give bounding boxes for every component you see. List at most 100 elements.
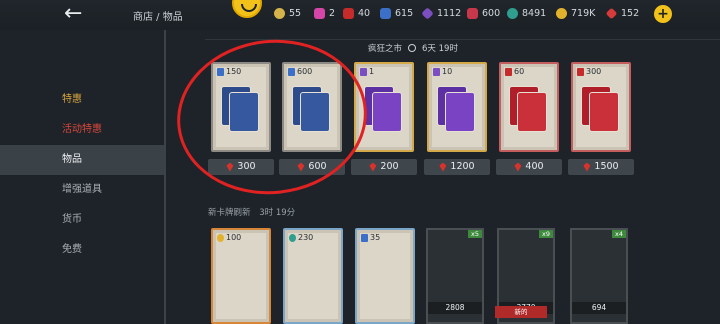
- sidebar-item-free[interactable]: 免费: [0, 235, 165, 265]
- sidebar-item-event-specials[interactable]: 活动特惠: [0, 115, 165, 145]
- card-qty: 300: [577, 67, 601, 76]
- ruby-icon: [583, 162, 591, 172]
- currency-value: 40: [358, 8, 371, 19]
- market-card[interactable]: 60: [499, 62, 559, 152]
- item-price: 2808: [428, 302, 482, 314]
- item-qty: 100: [217, 233, 241, 242]
- token-icon: [289, 233, 296, 242]
- currency-token[interactable]: 8491: [507, 8, 546, 19]
- qty-value: 230: [298, 233, 314, 242]
- currency-card[interactable]: 615: [380, 8, 413, 19]
- card-icon: [288, 67, 295, 76]
- market-title-text: 疯狂之市: [368, 44, 403, 54]
- price-button[interactable]: 200: [351, 159, 417, 175]
- ruby-icon: [369, 162, 377, 172]
- sidebar: 特惠 活动特惠 物品 增强道具 货币 免费: [0, 30, 170, 324]
- crystal-icon: [360, 67, 367, 76]
- ticket-icon: [314, 8, 325, 19]
- currency-ticket[interactable]: 2: [314, 8, 335, 19]
- qty-value: 150: [226, 67, 242, 76]
- back-arrow-icon[interactable]: ←: [64, 3, 92, 25]
- card-deck-icon: [589, 92, 619, 132]
- card-qty: 60: [505, 67, 524, 76]
- clock-icon: [408, 44, 417, 52]
- market-timer: 6天 19时: [422, 44, 458, 54]
- market-title: 疯狂之市 6天 19时: [368, 42, 458, 54]
- crystal-icon: [433, 67, 440, 76]
- currency-ruby[interactable]: 600: [467, 8, 500, 19]
- count-badge: x4: [612, 230, 626, 238]
- row2-timer: 3时 19分: [259, 208, 296, 218]
- item-price: 694: [572, 302, 626, 314]
- card-icon: [380, 8, 391, 19]
- card-icon: [217, 67, 224, 76]
- token-icon: [507, 8, 518, 19]
- card-qty: 1: [360, 67, 374, 76]
- card-qty: 10: [433, 67, 452, 76]
- shop-item[interactable]: 35: [355, 228, 415, 324]
- qty-value: 10: [442, 67, 453, 76]
- currency-value: 55: [289, 8, 302, 19]
- item-art: [216, 233, 266, 319]
- shard-icon: [577, 67, 584, 76]
- qty-value: 600: [297, 67, 313, 76]
- qty-value: 60: [514, 67, 525, 76]
- price-value: 1200: [450, 161, 475, 172]
- sidebar-item-currency[interactable]: 货币: [0, 205, 165, 235]
- currency-value: 1112: [437, 8, 462, 19]
- shop-item[interactable]: 100: [211, 228, 271, 324]
- add-currency-button[interactable]: +: [654, 5, 672, 23]
- currency-crystal[interactable]: 1112: [421, 7, 462, 20]
- item-qty: 230: [289, 233, 313, 242]
- gold-icon: [556, 8, 567, 19]
- key-icon: [361, 233, 368, 242]
- new-tag: 新的: [495, 306, 547, 318]
- count-badge: x9: [539, 230, 553, 238]
- item-art: [288, 233, 338, 319]
- sidebar-item-items[interactable]: 物品: [0, 145, 165, 175]
- ruby-icon: [467, 8, 478, 19]
- currency-gold[interactable]: 719K: [556, 8, 595, 19]
- sidebar-item-boosters[interactable]: 增强道具: [0, 175, 165, 205]
- qty-value: 100: [226, 233, 242, 242]
- price-button[interactable]: 1200: [424, 159, 490, 175]
- crystal-icon: [421, 7, 434, 20]
- qty-value: 300: [586, 67, 602, 76]
- shard-icon: [343, 8, 354, 19]
- currency-gem[interactable]: 152: [605, 7, 640, 20]
- sidebar-item-specials[interactable]: 特惠: [0, 85, 165, 115]
- price-button[interactable]: 400: [496, 159, 562, 175]
- currency-value: 600: [482, 8, 501, 19]
- equipment-item[interactable]: x5 2808: [426, 228, 484, 324]
- row2-header-text: 新卡牌刷新: [208, 208, 251, 218]
- market-card[interactable]: 300: [571, 62, 631, 152]
- ruby-icon: [514, 162, 522, 172]
- market-card[interactable]: 10: [427, 62, 487, 152]
- currency-value: 152: [621, 8, 640, 19]
- coin-icon: [274, 8, 285, 19]
- price-button[interactable]: 1500: [568, 159, 634, 175]
- item-art: [360, 233, 410, 319]
- card-deck-icon: [445, 92, 475, 132]
- sidebar-divider: [164, 30, 166, 324]
- currency-coin[interactable]: 55: [274, 8, 301, 19]
- item-qty: 35: [361, 233, 380, 242]
- price-value: 1500: [594, 161, 619, 172]
- currency-value: 2: [329, 8, 336, 19]
- price-value: 200: [380, 161, 399, 172]
- card-deck-icon: [372, 92, 402, 132]
- gem-icon: [605, 7, 618, 20]
- currency-shard[interactable]: 40: [343, 8, 370, 19]
- price-value: 400: [525, 161, 544, 172]
- card-qty: 150: [217, 67, 241, 76]
- ruby-icon: [439, 162, 447, 172]
- qty-value: 1: [369, 67, 375, 76]
- gold-icon: [217, 233, 224, 242]
- currency-value: 615: [395, 8, 414, 19]
- annotation-circle: [169, 30, 375, 204]
- currency-value: 719K: [571, 8, 596, 19]
- shop-item[interactable]: 230: [283, 228, 343, 324]
- breadcrumb: 商店 / 物品: [133, 12, 183, 23]
- shard-icon: [505, 67, 512, 76]
- equipment-item[interactable]: x4 694: [570, 228, 628, 324]
